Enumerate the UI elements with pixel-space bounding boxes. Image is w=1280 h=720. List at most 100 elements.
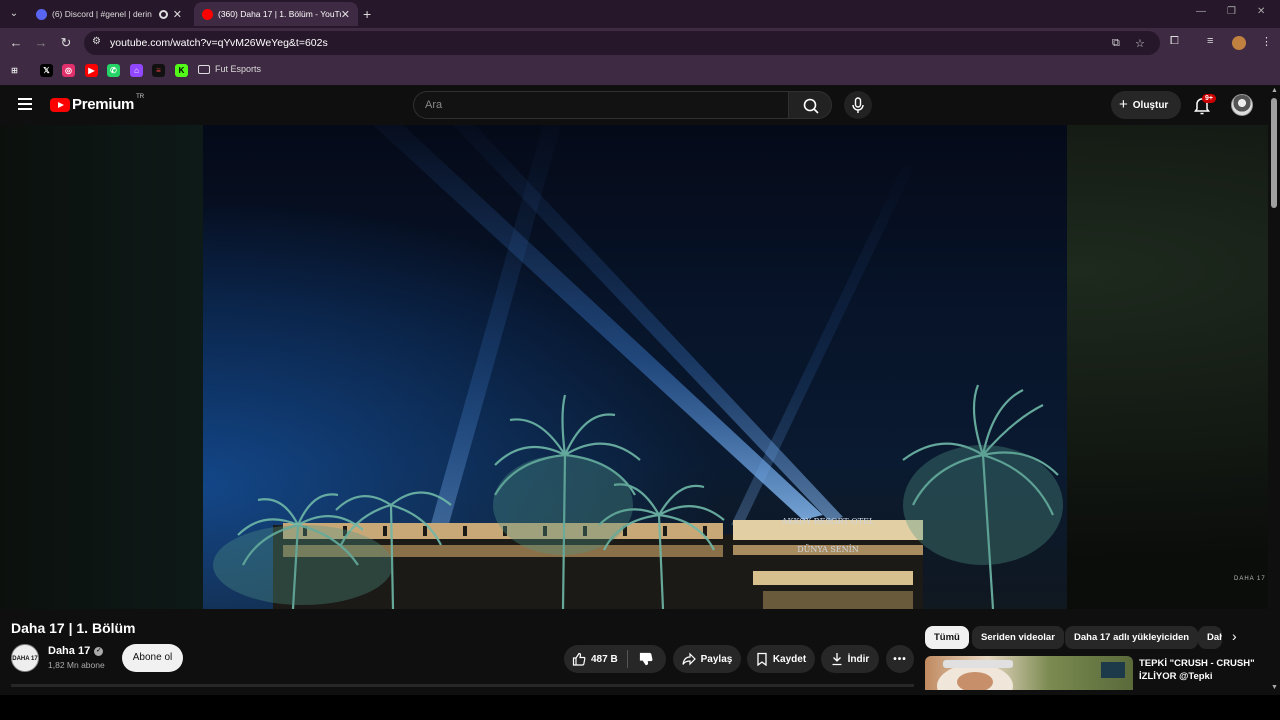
chip-from-uploader[interactable]: Daha 17 adlı yükleyiciden	[1065, 626, 1199, 649]
instagram-bookmark-icon[interactable]: ◎	[62, 64, 75, 77]
close-tab-icon[interactable]: ✕	[173, 8, 182, 21]
tab-title: (360) Daha 17 | 1. Bölüm - YouTube	[218, 9, 341, 19]
account-avatar[interactable]	[1231, 94, 1253, 116]
tab-youtube[interactable]: (360) Daha 17 | 1. Bölüm - YouTube ✕	[194, 2, 358, 26]
more-actions-button[interactable]: •••	[886, 645, 914, 673]
channel-name: Daha 17	[48, 645, 91, 657]
browser-toolbar: ← → ↻ ⚙ youtube.com/watch?v=qYvM26WeYeg&…	[0, 28, 1280, 58]
extensions-puzzle-icon[interactable]: ⧠	[1170, 35, 1179, 48]
page-divider	[11, 684, 914, 687]
close-window-icon[interactable]: ✕	[1257, 6, 1265, 17]
profile-avatar-icon[interactable]	[1232, 36, 1246, 50]
back-arrow-icon[interactable]: ←	[8, 35, 24, 51]
plus-icon: +	[1119, 96, 1128, 113]
install-app-icon[interactable]: ⧉	[1112, 37, 1120, 50]
bookmark-save-icon	[757, 652, 767, 666]
bookmark-site-icon[interactable]: ≡	[152, 64, 165, 77]
share-button[interactable]: Paylaş	[673, 645, 741, 673]
youtube-header: Premium TR Ara + Oluştur 9+	[0, 85, 1268, 125]
twitch-bookmark-icon[interactable]: ⌂	[130, 64, 143, 77]
ambient-background	[0, 125, 203, 609]
forward-arrow-icon[interactable]: →	[33, 35, 49, 51]
apps-grid-icon[interactable]: ⊞	[8, 64, 21, 77]
search-button[interactable]	[788, 91, 832, 119]
youtube-favicon-icon	[202, 8, 213, 20]
voice-search-button[interactable]	[844, 91, 872, 119]
video-frame-image: AKKOY RESORT OTEL DÜNYA SENİN	[203, 125, 1067, 609]
chip-series-videos[interactable]: Seriden videolar	[972, 626, 1064, 649]
hotel-sign-top: AKKOY RESORT OTEL	[781, 517, 875, 526]
tab-list-chevron-icon[interactable]: ⌄	[6, 6, 22, 22]
address-bar[interactable]: ⚙ youtube.com/watch?v=qYvM26WeYeg&t=602s…	[84, 31, 1160, 55]
microphone-icon	[852, 97, 864, 113]
restore-icon[interactable]: ❐	[1227, 6, 1236, 17]
reload-icon[interactable]: ↻	[58, 35, 74, 51]
chips-next-arrow-icon[interactable]: ›	[1232, 628, 1237, 644]
dislike-thumb-down-icon[interactable]	[639, 652, 653, 666]
video-player[interactable]: AKKOY RESORT OTEL DÜNYA SENİN DAHA 17	[0, 125, 1268, 609]
share-arrow-icon	[682, 652, 696, 666]
save-label: Kaydet	[772, 653, 807, 665]
bookmarks-bar: ⊞ 𝕏 ◎ ▶ ✆ ⌂ ≡ K Fut Esports	[0, 58, 1280, 85]
page-scrollbar[interactable]: ▲ ▼	[1268, 85, 1280, 695]
tab-discord[interactable]: (6) Discord | #genel | derin co ✕	[28, 2, 190, 26]
media-control-icon[interactable]: ≡	[1207, 35, 1213, 47]
recommended-video-thumbnail[interactable]	[925, 656, 1133, 690]
download-button[interactable]: İndir	[821, 645, 879, 673]
youtube-play-logo-icon	[50, 97, 70, 112]
bookmark-folder-label: Fut Esports	[215, 64, 262, 74]
search-icon	[803, 98, 819, 114]
minimize-icon[interactable]: —	[1196, 6, 1206, 17]
youtube-bookmark-icon[interactable]: ▶	[85, 64, 98, 77]
browser-tab-bar: ⌄ (6) Discord | #genel | derin co ✕ (360…	[0, 0, 1280, 28]
bookmark-star-icon[interactable]: ☆	[1135, 37, 1145, 50]
channel-name-link[interactable]: Daha 17 ✓	[48, 645, 104, 657]
subscribe-button[interactable]: Abone ol	[122, 644, 183, 672]
youtube-premium-logo[interactable]: Premium TR	[50, 93, 145, 113]
chip-all[interactable]: Tümü	[925, 626, 969, 649]
channel-avatar[interactable]: DAHA 17	[11, 644, 39, 672]
like-thumb-up-icon[interactable]	[572, 652, 586, 666]
thumbnail-image	[937, 660, 1125, 690]
verified-check-icon: ✓	[94, 646, 104, 656]
scroll-up-arrow-icon[interactable]: ▲	[1271, 87, 1278, 94]
bookmark-folder-fut-esports[interactable]: Fut Esports	[198, 64, 261, 74]
like-count[interactable]: 487 B	[591, 654, 618, 665]
video-title: Daha 17 | 1. Bölüm	[11, 620, 136, 636]
scroll-down-arrow-icon[interactable]: ▼	[1271, 684, 1278, 691]
x-twitter-bookmark-icon[interactable]: 𝕏	[40, 64, 53, 77]
recording-indicator-icon	[158, 9, 168, 19]
folder-icon	[198, 64, 210, 74]
site-info-icon[interactable]: ⚙	[92, 36, 104, 48]
new-tab-plus-icon[interactable]: +	[363, 6, 371, 22]
create-button[interactable]: + Oluştur	[1111, 91, 1181, 119]
share-label: Paylaş	[700, 653, 733, 665]
search-input[interactable]: Ara	[413, 91, 788, 119]
notification-badge: 9+	[1202, 94, 1216, 103]
logo-text: Premium	[72, 96, 135, 113]
hotel-sign-bottom: DÜNYA SENİN	[797, 545, 859, 554]
create-label: Oluştur	[1132, 99, 1169, 111]
country-code: TR	[136, 93, 145, 100]
hamburger-menu-icon[interactable]	[18, 98, 32, 110]
like-dislike-group: 487 B	[564, 645, 666, 673]
kick-bookmark-icon[interactable]: K	[175, 64, 188, 77]
browser-menu-dots-icon[interactable]: ⋮	[1261, 35, 1272, 48]
download-label: İndir	[847, 653, 870, 665]
whatsapp-bookmark-icon[interactable]: ✆	[107, 64, 120, 77]
channel-watermark: DAHA 17	[1234, 576, 1266, 582]
tab-title: (6) Discord | #genel | derin co	[52, 9, 154, 19]
scrollbar-thumb[interactable]	[1271, 98, 1277, 208]
url-text: youtube.com/watch?v=qYvM26WeYeg&t=602s	[110, 37, 328, 49]
video-frame[interactable]: AKKOY RESORT OTEL DÜNYA SENİN	[203, 125, 1067, 609]
save-button[interactable]: Kaydet	[747, 645, 815, 673]
taskbar-area	[0, 695, 1280, 720]
chip-more[interactable]: Daha	[1198, 626, 1222, 649]
close-tab-icon[interactable]: ✕	[341, 8, 350, 21]
recommended-video-title[interactable]: TEPKİ "CRUSH - CRUSH" İZLİYOR @Tepki	[1139, 657, 1264, 683]
like-divider	[626, 650, 628, 668]
search-placeholder: Ara	[425, 99, 443, 111]
download-icon	[832, 653, 842, 666]
subscriber-count: 1,82 Mn abone	[48, 660, 105, 670]
discord-favicon-icon	[36, 8, 47, 20]
